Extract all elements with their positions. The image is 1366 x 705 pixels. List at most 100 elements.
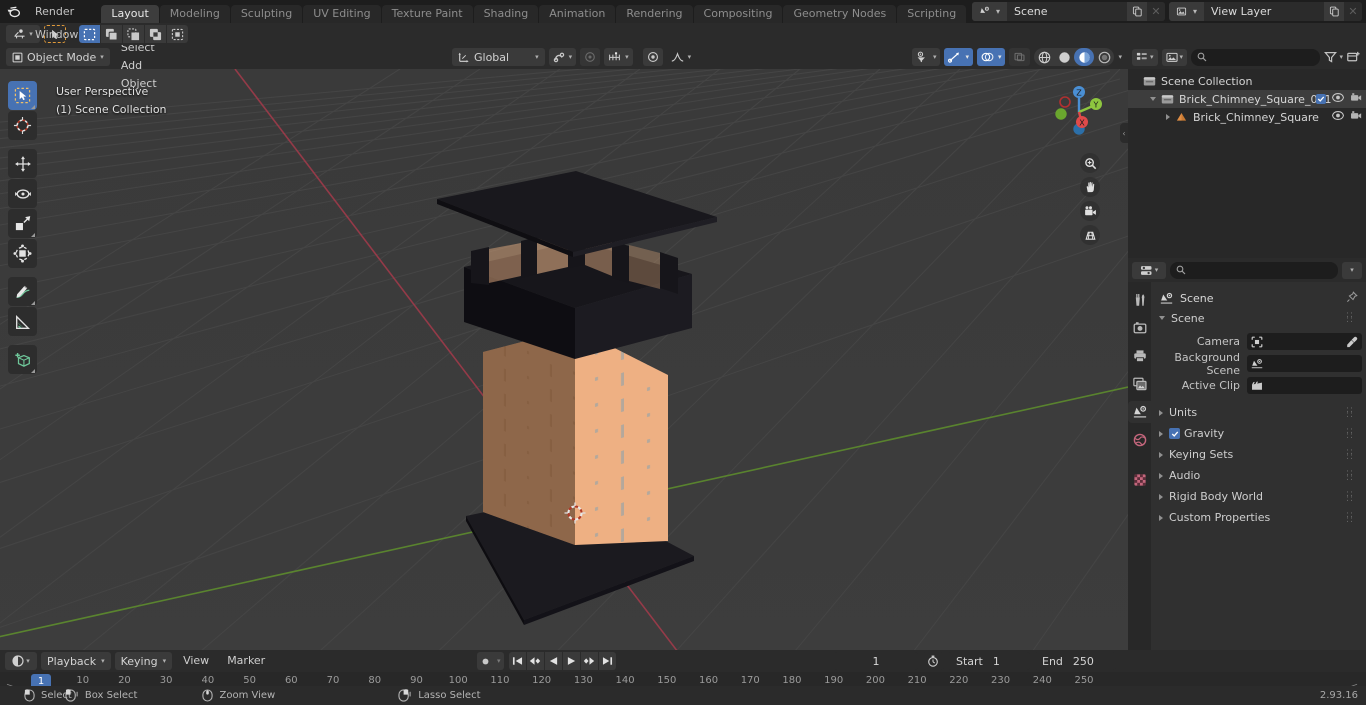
workspace-tab-uv-editing[interactable]: UV Editing [303,5,381,23]
falloff-selector[interactable]: ▾ [667,48,696,66]
zoom-view-button[interactable] [1080,153,1100,173]
select-invert-mode[interactable] [145,25,167,43]
rotate-tool[interactable] [8,179,37,208]
tweak-select-tool[interactable] [8,81,37,110]
outliner-search-input[interactable] [1191,48,1321,66]
output-tab[interactable] [1128,345,1151,367]
properties-panel-rigid-body-world[interactable]: Rigid Body World:::: [1155,486,1362,507]
scale-tool[interactable] [8,209,37,238]
sidebar-toggle-arrow-icon[interactable]: ‹ [1120,123,1128,143]
workspace-tab-shading[interactable]: Shading [473,5,539,23]
scene-tab[interactable] [1128,401,1151,423]
shading-solid-button[interactable] [1054,48,1074,66]
shading-material-preview-button[interactable] [1074,48,1095,66]
property-input[interactable] [1247,377,1362,394]
workspace-tab-sculpting[interactable]: Sculpting [230,5,303,23]
transform-orientation-selector[interactable]: Global ▾ [452,48,545,66]
viewport-menu-object[interactable]: Object [114,75,164,93]
navigation-gizmo[interactable]: Z Y X [1048,81,1110,143]
measure-tool[interactable] [8,307,37,336]
view-layer-tab[interactable] [1128,373,1151,395]
scene-panel-header[interactable]: Scene :::: [1155,308,1362,328]
timeline-view-menu[interactable]: View [176,652,216,670]
toggle-perspective-button[interactable] [1080,225,1100,245]
gravity-checkbox[interactable] [1169,428,1180,439]
menu-render[interactable]: Render [26,0,87,23]
chevron-down-icon[interactable] [1150,97,1156,101]
properties-panel-units[interactable]: Units:::: [1155,402,1362,423]
jump-to-end-button[interactable] [598,652,616,670]
scene-name[interactable]: Scene [1007,2,1127,21]
properties-search-input[interactable] [1170,261,1338,279]
workspace-tab-compositing[interactable]: Compositing [693,5,783,23]
chevron-right-icon[interactable] [1166,114,1170,120]
previous-keyframe-button[interactable] [526,652,544,670]
move-tool[interactable] [8,149,37,178]
properties-editor-icon[interactable]: ▾ [1132,261,1166,279]
workspace-tab-texture-paint[interactable]: Texture Paint [381,5,473,23]
property-input[interactable] [1247,355,1362,372]
outliner-checkbox[interactable] [1316,94,1326,104]
end-frame-field[interactable]: End 250 [1034,652,1116,670]
workspace-tab-modeling[interactable]: Modeling [159,5,230,23]
brick-chimney-square-object[interactable] [0,69,1128,650]
property-input[interactable] [1247,333,1362,350]
move-view-button[interactable] [1080,177,1100,197]
overlays-toggle[interactable]: ▾ [976,48,1006,66]
select-subtract-mode[interactable] [123,25,145,43]
workspace-tab-rendering[interactable]: Rendering [616,5,693,23]
new-view-layer-icon[interactable] [1324,2,1344,21]
annotate-tool[interactable] [8,277,37,306]
unlink-icon[interactable]: ✕ [1147,2,1165,21]
workspace-tab-geometry-nodes[interactable]: Geometry Nodes [783,5,897,23]
view-layer-chevron-icon[interactable]: ▾ [1193,2,1204,21]
select-extend-mode[interactable] [101,25,123,43]
viewport-menu-select[interactable]: Select [114,45,164,57]
object-mode-selector[interactable]: Object Mode ▾ [6,48,110,66]
shading-options-chevron-icon[interactable]: ▾ [1118,53,1124,61]
auto-keying-toggle[interactable]: ▾ [477,652,504,670]
proportional-edit-toggle[interactable] [580,48,601,66]
current-frame-field[interactable]: 1 [834,652,918,670]
outliner-filter-id-icon[interactable]: ▾ [1161,48,1188,66]
blender-logo-icon[interactable] [0,4,26,19]
render-tab[interactable] [1128,317,1151,339]
scene-datablock[interactable]: ▾ Scene ✕ [972,2,1165,21]
timeline-editor-icon[interactable]: ▾ [5,652,37,670]
keying-menu[interactable]: Keying ▾ [114,652,173,670]
gizmo-toggle[interactable]: ▾ [944,48,973,66]
shading-rendered-button[interactable] [1094,48,1114,66]
object-visibility-toggle[interactable]: ▾ [911,48,941,66]
tool-tab[interactable] [1128,289,1151,311]
start-frame-field[interactable]: Start 1 [948,652,1030,670]
outliner-filter-icon[interactable]: ▾ [1324,51,1343,63]
remove-view-layer-icon[interactable]: ✕ [1344,2,1362,21]
scene-chevron-icon[interactable]: ▾ [996,2,1007,21]
menu-window[interactable]: Window [26,23,87,46]
render-camera-icon[interactable] [1350,110,1362,124]
playback-menu[interactable]: Playback ▾ [41,652,111,670]
cursor-tool[interactable] [8,111,37,140]
snap-increment-selector[interactable]: ▾ [604,48,633,66]
outliner-row[interactable]: Brick_Chimney_Square [1128,108,1366,126]
add-cube-tool[interactable] [8,345,37,374]
timeline-marker-menu[interactable]: Marker [220,652,272,670]
properties-panel-custom-properties[interactable]: Custom Properties:::: [1155,507,1362,528]
eyedropper-icon[interactable] [1346,336,1358,348]
snap-toggle[interactable]: ▾ [548,48,577,66]
new-scene-icon[interactable] [1127,2,1147,21]
outliner-row[interactable]: Scene Collection [1128,72,1366,90]
outliner-display-mode-icon[interactable]: ▾ [1132,48,1158,66]
texture-tab[interactable] [1128,469,1151,491]
visibility-eye-icon[interactable] [1331,110,1345,124]
proportional-editing-toggle[interactable] [642,48,663,66]
properties-panel-keying-sets[interactable]: Keying Sets:::: [1155,444,1362,465]
pin-icon[interactable] [1346,290,1362,306]
workspace-tab-scripting[interactable]: Scripting [897,5,967,23]
viewport-menu-add[interactable]: Add [114,57,164,75]
play-button[interactable] [562,652,580,670]
render-camera-icon[interactable] [1350,92,1362,106]
next-keyframe-button[interactable] [580,652,598,670]
properties-panel-gravity[interactable]: Gravity:::: [1155,423,1362,444]
new-collection-icon[interactable] [1347,51,1362,63]
